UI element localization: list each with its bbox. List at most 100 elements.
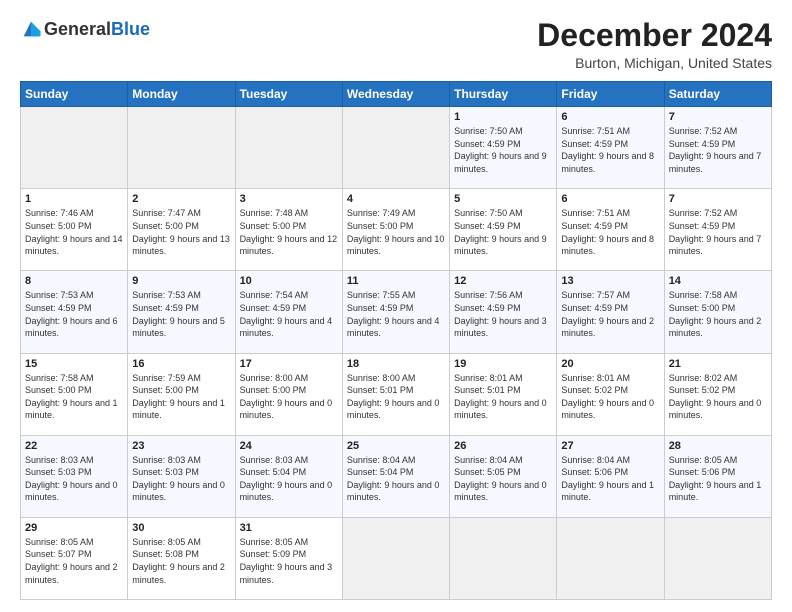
calendar-cell: 6 Sunrise: 7:51 AMSunset: 4:59 PMDaylight… — [557, 107, 664, 189]
day-info: Sunrise: 8:05 AMSunset: 5:09 PMDaylight:… — [240, 536, 338, 586]
calendar-cell: 12 Sunrise: 7:56 AMSunset: 4:59 PMDayligh… — [450, 271, 557, 353]
day-info: Sunrise: 8:02 AMSunset: 5:02 PMDaylight:… — [669, 372, 767, 422]
logo-blue: Blue — [111, 19, 150, 40]
header-monday: Monday — [128, 82, 235, 107]
day-info: Sunrise: 7:52 AMSunset: 4:59 PMDaylight:… — [669, 125, 767, 175]
day-number: 13 — [561, 275, 659, 287]
day-number: 2 — [132, 193, 230, 205]
header-sunday: Sunday — [21, 82, 128, 107]
day-info: Sunrise: 7:47 AMSunset: 5:00 PMDaylight:… — [132, 207, 230, 257]
calendar-week-4: 22 Sunrise: 8:03 AMSunset: 5:03 PMDayligh… — [21, 435, 772, 517]
calendar-cell: 19Sunrise: 8:01 AMSunset: 5:01 PMDayligh… — [450, 353, 557, 435]
calendar-cell: 6Sunrise: 7:51 AMSunset: 4:59 PMDaylight… — [557, 189, 664, 271]
day-number: 7 — [669, 111, 767, 123]
day-info: Sunrise: 8:03 AMSunset: 5:03 PMDaylight:… — [132, 454, 230, 504]
calendar-cell: 2 Sunrise: 7:47 AMSunset: 5:00 PMDaylight… — [128, 189, 235, 271]
day-number: 6 — [561, 193, 659, 205]
header-wednesday: Wednesday — [342, 82, 449, 107]
calendar-cell: 18 Sunrise: 8:00 AMSunset: 5:01 PMDayligh… — [342, 353, 449, 435]
day-info: Sunrise: 8:00 AMSunset: 5:00 PMDaylight:… — [240, 372, 338, 422]
day-number: 22 — [25, 440, 123, 452]
day-info: Sunrise: 8:05 AMSunset: 5:08 PMDaylight:… — [132, 536, 230, 586]
day-number: 7 — [669, 193, 767, 205]
day-number: 1 — [25, 193, 123, 205]
calendar-cell: 29Sunrise: 8:05 AMSunset: 5:07 PMDayligh… — [21, 517, 128, 599]
calendar-cell: 31Sunrise: 8:05 AMSunset: 5:09 PMDayligh… — [235, 517, 342, 599]
calendar-cell — [557, 517, 664, 599]
day-number: 21 — [669, 358, 767, 370]
month-title: December 2024 — [537, 18, 772, 53]
day-number: 4 — [347, 193, 445, 205]
calendar-cell: 15Sunrise: 7:58 AMSunset: 5:00 PMDayligh… — [21, 353, 128, 435]
day-number: 11 — [347, 275, 445, 287]
day-info: Sunrise: 7:56 AMSunset: 4:59 PMDaylight:… — [454, 289, 552, 339]
calendar-cell: 5Sunrise: 7:50 AMSunset: 4:59 PMDaylight… — [450, 189, 557, 271]
day-number: 8 — [25, 275, 123, 287]
calendar-week-2: 8 Sunrise: 7:53 AMSunset: 4:59 PMDaylight… — [21, 271, 772, 353]
calendar-cell: 26Sunrise: 8:04 AMSunset: 5:05 PMDayligh… — [450, 435, 557, 517]
logo-general: General — [44, 19, 111, 40]
day-number: 30 — [132, 522, 230, 534]
day-number: 23 — [132, 440, 230, 452]
day-number: 1 — [454, 111, 552, 123]
day-info: Sunrise: 7:46 AMSunset: 5:00 PMDaylight:… — [25, 207, 123, 257]
calendar-cell: 25Sunrise: 8:04 AMSunset: 5:04 PMDayligh… — [342, 435, 449, 517]
header-saturday: Saturday — [664, 82, 771, 107]
calendar-week-1: 1 Sunrise: 7:46 AMSunset: 5:00 PMDaylight… — [21, 189, 772, 271]
day-number: 20 — [561, 358, 659, 370]
day-info: Sunrise: 7:54 AMSunset: 4:59 PMDaylight:… — [240, 289, 338, 339]
calendar-cell — [235, 107, 342, 189]
calendar-body: 1 Sunrise: 7:50 AMSunset: 4:59 PMDaylight… — [21, 107, 772, 600]
calendar-cell: 1 Sunrise: 7:50 AMSunset: 4:59 PMDaylight… — [450, 107, 557, 189]
day-info: Sunrise: 8:04 AMSunset: 5:05 PMDaylight:… — [454, 454, 552, 504]
day-info: Sunrise: 8:05 AMSunset: 5:07 PMDaylight:… — [25, 536, 123, 586]
day-info: Sunrise: 8:04 AMSunset: 5:06 PMDaylight:… — [561, 454, 659, 504]
day-info: Sunrise: 7:58 AMSunset: 5:00 PMDaylight:… — [669, 289, 767, 339]
day-info: Sunrise: 7:58 AMSunset: 5:00 PMDaylight:… — [25, 372, 123, 422]
day-info: Sunrise: 7:52 AMSunset: 4:59 PMDaylight:… — [669, 207, 767, 257]
page: GeneralBlue December 2024 Burton, Michig… — [0, 0, 792, 612]
day-info: Sunrise: 7:50 AMSunset: 4:59 PMDaylight:… — [454, 125, 552, 175]
calendar-cell: 23 Sunrise: 8:03 AMSunset: 5:03 PMDayligh… — [128, 435, 235, 517]
logo: GeneralBlue — [20, 18, 150, 40]
calendar-cell: 10Sunrise: 7:54 AMSunset: 4:59 PMDayligh… — [235, 271, 342, 353]
header-tuesday: Tuesday — [235, 82, 342, 107]
day-info: Sunrise: 8:05 AMSunset: 5:06 PMDaylight:… — [669, 454, 767, 504]
calendar-cell — [342, 107, 449, 189]
day-number: 28 — [669, 440, 767, 452]
day-info: Sunrise: 7:49 AMSunset: 5:00 PMDaylight:… — [347, 207, 445, 257]
day-number: 5 — [454, 193, 552, 205]
logo-icon — [20, 18, 42, 40]
calendar-cell: 30 Sunrise: 8:05 AMSunset: 5:08 PMDayligh… — [128, 517, 235, 599]
calendar-cell — [664, 517, 771, 599]
day-number: 27 — [561, 440, 659, 452]
location: Burton, Michigan, United States — [537, 55, 772, 71]
calendar-cell: 27 Sunrise: 8:04 AMSunset: 5:06 PMDayligh… — [557, 435, 664, 517]
day-number: 24 — [240, 440, 338, 452]
day-number: 3 — [240, 193, 338, 205]
calendar-cell: 21 Sunrise: 8:02 AMSunset: 5:02 PMDayligh… — [664, 353, 771, 435]
calendar-table: Sunday Monday Tuesday Wednesday Thursday… — [20, 81, 772, 600]
calendar-cell: 22Sunrise: 8:03 AMSunset: 5:03 PMDayligh… — [21, 435, 128, 517]
day-info: Sunrise: 8:01 AMSunset: 5:02 PMDaylight:… — [561, 372, 659, 422]
header-thursday: Thursday — [450, 82, 557, 107]
day-number: 6 — [561, 111, 659, 123]
calendar-cell: 7 Sunrise: 7:52 AMSunset: 4:59 PMDaylight… — [664, 107, 771, 189]
calendar-cell: 20 Sunrise: 8:01 AMSunset: 5:02 PMDayligh… — [557, 353, 664, 435]
header-friday: Friday — [557, 82, 664, 107]
calendar-week-5: 29Sunrise: 8:05 AMSunset: 5:07 PMDayligh… — [21, 517, 772, 599]
day-info: Sunrise: 7:51 AMSunset: 4:59 PMDaylight:… — [561, 125, 659, 175]
calendar-cell: 24Sunrise: 8:03 AMSunset: 5:04 PMDayligh… — [235, 435, 342, 517]
day-number: 12 — [454, 275, 552, 287]
calendar-cell: 28 Sunrise: 8:05 AMSunset: 5:06 PMDayligh… — [664, 435, 771, 517]
calendar-cell: 14 Sunrise: 7:58 AMSunset: 5:00 PMDayligh… — [664, 271, 771, 353]
calendar-cell: 16Sunrise: 7:59 AMSunset: 5:00 PMDayligh… — [128, 353, 235, 435]
day-number: 19 — [454, 358, 552, 370]
day-number: 18 — [347, 358, 445, 370]
day-number: 14 — [669, 275, 767, 287]
day-info: Sunrise: 7:55 AMSunset: 4:59 PMDaylight:… — [347, 289, 445, 339]
calendar-cell — [342, 517, 449, 599]
day-info: Sunrise: 8:00 AMSunset: 5:01 PMDaylight:… — [347, 372, 445, 422]
calendar-cell: 11 Sunrise: 7:55 AMSunset: 4:59 PMDayligh… — [342, 271, 449, 353]
day-info: Sunrise: 7:53 AMSunset: 4:59 PMDaylight:… — [132, 289, 230, 339]
